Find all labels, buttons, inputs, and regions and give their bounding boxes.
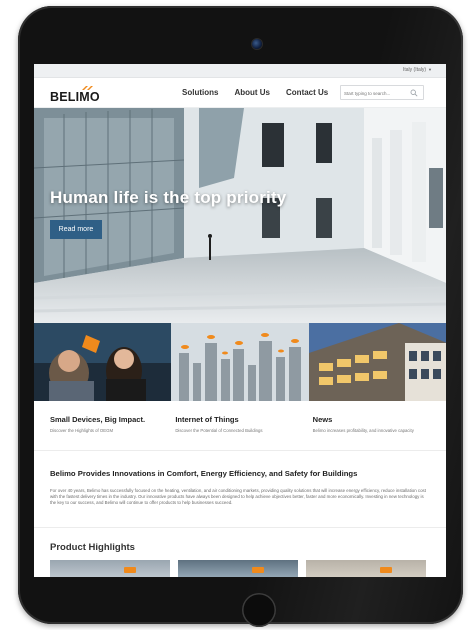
teaser-image-iot[interactable] <box>171 323 309 401</box>
logo-mark-icon <box>82 86 93 90</box>
product-card[interactable] <box>306 560 426 577</box>
nav-item-contact-us[interactable]: Contact Us <box>286 88 328 97</box>
logo-text: BELIMO <box>50 90 100 104</box>
home-button[interactable] <box>242 593 276 627</box>
product-card[interactable] <box>178 560 298 577</box>
intro-section: Belimo Provides Innovations in Comfort, … <box>50 469 432 506</box>
teaser-row: Small Devices, Big Impact. Discover the … <box>34 401 446 451</box>
search-icon[interactable] <box>410 89 418 97</box>
teaser-title: Small Devices, Big Impact. <box>50 415 146 424</box>
product-image <box>380 567 392 573</box>
teaser-text: Discover the Potential of Connected Buil… <box>175 428 263 433</box>
belimo-logo[interactable]: BELIMO <box>50 85 100 104</box>
utility-bar: Italy (Italy) ▼ <box>34 64 446 78</box>
teaser-title: Internet of Things <box>175 415 239 424</box>
hero-atrium-image <box>34 108 446 323</box>
read-more-button[interactable]: Read more <box>50 220 102 239</box>
section-body: For over 40 years, Belimo has successful… <box>50 488 426 505</box>
site-header: BELIMO Solutions About Us Contact Us <box>34 78 446 108</box>
language-label: Italy (Italy) <box>402 67 427 73</box>
nav-item-solutions[interactable]: Solutions <box>182 88 218 97</box>
language-selector[interactable]: Italy (Italy) ▼ <box>403 67 432 73</box>
product-image <box>252 567 264 573</box>
people-with-device-image <box>34 323 172 401</box>
product-highlights <box>50 560 432 577</box>
front-camera <box>252 39 262 49</box>
teaser-image-devices[interactable] <box>34 323 172 401</box>
teaser-text: Belimo increases profitability, and inno… <box>312 428 414 433</box>
product-image <box>124 567 136 573</box>
search-input[interactable] <box>344 89 406 97</box>
chevron-down-icon: ▼ <box>428 67 432 72</box>
teaser-news[interactable]: News Belimo increases profitability, and… <box>309 401 446 450</box>
product-highlights-heading: Product Highlights <box>50 542 135 553</box>
office-building-image <box>308 323 446 401</box>
city-skyline-image <box>171 323 309 401</box>
main-nav: Solutions About Us Contact Us <box>182 88 328 97</box>
tablet-screen: Italy (Italy) ▼ BELIMO Solutions About Us… <box>34 64 446 577</box>
teaser-images <box>34 323 446 401</box>
search-box <box>340 85 424 100</box>
product-card[interactable] <box>50 560 170 577</box>
teaser-devices[interactable]: Small Devices, Big Impact. Discover the … <box>34 401 171 450</box>
hero-banner: Human life is the top priority Read more <box>34 108 446 323</box>
section-heading: Belimo Provides Innovations in Comfort, … <box>50 469 358 478</box>
hero-title: Human life is the top priority <box>50 188 287 207</box>
section-divider <box>34 527 446 528</box>
teaser-image-news[interactable] <box>308 323 446 401</box>
teaser-iot[interactable]: Internet of Things Discover the Potentia… <box>171 401 308 450</box>
teaser-title: News <box>312 415 333 424</box>
teaser-text: Discover the Highlights of OEGM <box>50 428 114 433</box>
nav-item-about-us[interactable]: About Us <box>234 88 270 97</box>
